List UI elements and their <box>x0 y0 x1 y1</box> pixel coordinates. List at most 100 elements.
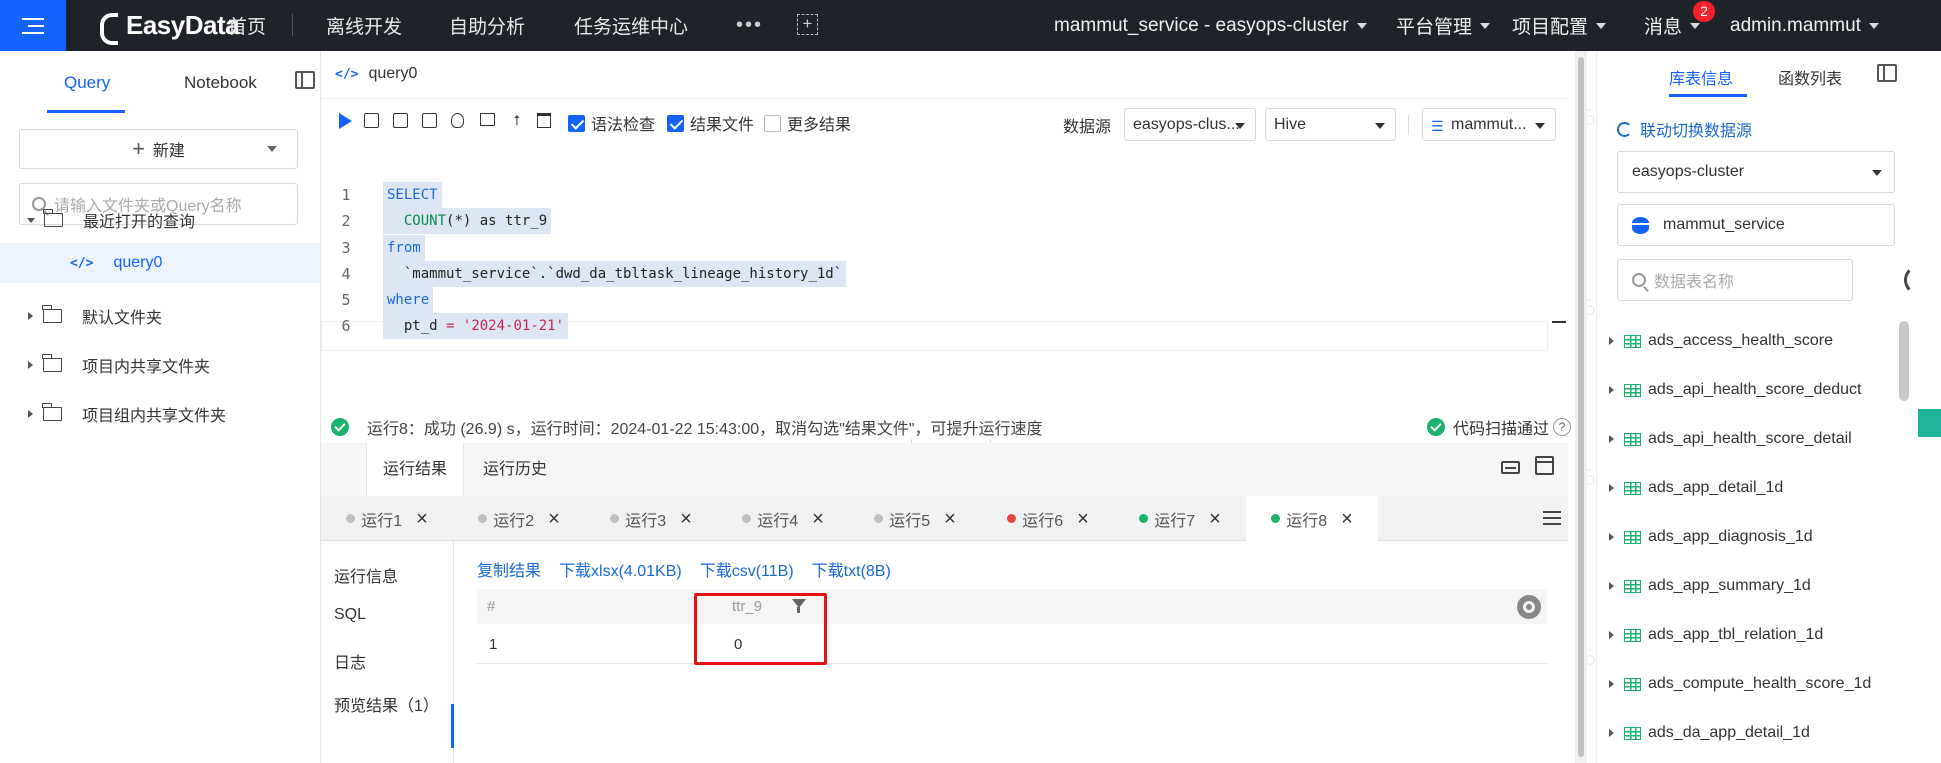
editor-scrollbar[interactable] <box>1575 51 1587 763</box>
menu-preview-results[interactable]: 预览结果（1） <box>334 692 439 716</box>
table-list-item[interactable]: ads_app_diagnosis_1d <box>1609 517 1813 557</box>
table-list-item[interactable]: ads_api_health_score_detail <box>1609 419 1852 459</box>
run-tab[interactable]: 运行8 × <box>1246 496 1378 541</box>
result-side-menu: 运行信息 SQL 日志 预览结果（1） <box>321 541 454 763</box>
sql-code-editor[interactable]: 1 2 3 4 5 6 SELECT COUNT(*) as ttr_9 fro… <box>321 155 1566 415</box>
table-icon <box>1624 579 1641 593</box>
table-list-item[interactable]: ads_app_summary_1d <box>1609 566 1811 606</box>
table-list-item[interactable]: ads_app_tbl_relation_1d <box>1609 615 1823 655</box>
nav-more-icon[interactable]: ••• <box>736 14 763 37</box>
table-list-scrollbar[interactable] <box>1899 321 1909 401</box>
result-actions: 复制结果 下载xlsx(4.01KB) 下载csv(11B) 下载txt(8B) <box>477 557 891 581</box>
nav-ops-center[interactable]: 任务运维中心 <box>574 0 688 51</box>
tree-item-default-folder[interactable]: 默认文件夹 <box>0 296 320 336</box>
run-icon[interactable] <box>339 113 352 129</box>
app-logo[interactable]: EasyData <box>100 9 240 45</box>
help-icon[interactable]: ? <box>1553 418 1572 436</box>
maximize-panel-icon[interactable] <box>1535 456 1554 475</box>
project-switcher[interactable]: mammut_service - easyops-cluster <box>1054 0 1367 51</box>
minimize-panel-icon[interactable] <box>1501 461 1520 474</box>
close-icon[interactable]: × <box>1209 509 1221 529</box>
run-tab[interactable]: 运行5 × <box>849 496 981 541</box>
tab-notebook[interactable]: Notebook <box>184 73 257 93</box>
code-line-2: COUNT(*) as ttr_9 <box>383 208 552 234</box>
add-tab-icon[interactable]: + <box>797 14 818 35</box>
run-tab[interactable]: 运行2 × <box>453 496 585 541</box>
new-button[interactable]: + 新建 <box>19 129 298 169</box>
tree-item-group-shared[interactable]: 项目组内共享文件夹 <box>0 394 320 434</box>
close-icon[interactable]: × <box>812 509 824 529</box>
run-tab[interactable]: 运行6 × <box>982 496 1114 541</box>
tree-item-project-shared[interactable]: 项目内共享文件夹 <box>0 345 320 385</box>
chevron-down-icon <box>1868 22 1879 29</box>
tree-item-recent[interactable]: 最近打开的查询 <box>0 200 320 240</box>
run-selected-icon[interactable] <box>364 113 379 128</box>
table-name: ads_app_detail_1d <box>1648 479 1784 496</box>
collapse-panel-icon[interactable] <box>1877 64 1897 82</box>
engine-select[interactable]: Hive <box>1265 108 1396 141</box>
delete-icon[interactable] <box>537 113 551 128</box>
hamburger-menu-icon[interactable] <box>0 0 66 51</box>
user-menu[interactable]: admin.mammut <box>1730 0 1879 51</box>
tab-function-list[interactable]: 函数列表 <box>1778 65 1842 89</box>
messages-menu[interactable]: 消息 <box>1644 0 1701 51</box>
run-tab[interactable]: 运行4 × <box>717 496 849 541</box>
copy-result-link[interactable]: 复制结果 <box>477 557 541 581</box>
editor-tab-query0[interactable]: </> query0 <box>335 65 417 83</box>
table-search-input[interactable]: 数据表名称 <box>1617 259 1853 301</box>
database-select[interactable]: mammut_service <box>1617 204 1895 246</box>
cluster-select[interactable]: easyops-cluster <box>1617 151 1895 193</box>
collapse-sidebar-icon[interactable] <box>295 71 315 89</box>
save-icon[interactable] <box>393 113 408 128</box>
tree-item-query0[interactable]: </> query0 <box>0 243 320 283</box>
more-menu-icon[interactable] <box>1543 511 1561 525</box>
tab-query[interactable]: Query <box>64 73 110 93</box>
close-icon[interactable]: × <box>1341 509 1353 529</box>
table-list-item[interactable]: ads_api_health_score_deduct <box>1609 370 1862 410</box>
side-tool-tab[interactable] <box>1918 409 1941 437</box>
database-select[interactable]: ☰ mammut... <box>1422 108 1556 141</box>
table-list-item[interactable]: ads_access_health_score <box>1609 321 1833 361</box>
success-icon <box>331 418 349 436</box>
active-menu-indicator <box>451 704 454 748</box>
tab-table-info[interactable]: 库表信息 <box>1669 65 1733 89</box>
platform-menu[interactable]: 平台管理 <box>1396 0 1491 51</box>
close-icon[interactable]: × <box>548 509 560 529</box>
table-list-item[interactable]: ads_da_app_detail_1d <box>1609 713 1810 753</box>
nav-self-analysis[interactable]: 自助分析 <box>449 0 525 51</box>
download-xlsx-link[interactable]: 下载xlsx(4.01KB) <box>559 557 682 581</box>
run-tab[interactable]: 运行3 × <box>585 496 717 541</box>
download-txt-link[interactable]: 下载txt(8B) <box>812 557 891 581</box>
table-list-item[interactable]: ads_app_detail_1d <box>1609 468 1783 508</box>
close-icon[interactable]: × <box>416 509 428 529</box>
result-file-checkbox[interactable]: 结果文件 <box>667 111 754 135</box>
menu-sql[interactable]: SQL <box>334 606 366 624</box>
run-tab[interactable]: 运行1 × <box>321 496 453 541</box>
settings-gear-icon[interactable] <box>1517 595 1541 619</box>
project-config-menu[interactable]: 项目配置 <box>1512 0 1607 51</box>
edit-icon[interactable] <box>422 113 437 128</box>
syntax-check-checkbox[interactable]: 语法检查 <box>568 111 655 135</box>
download-csv-link[interactable]: 下载csv(11B) <box>700 557 794 581</box>
format-icon[interactable] <box>480 113 495 126</box>
close-icon[interactable]: × <box>1077 509 1089 529</box>
nav-offline-dev[interactable]: 离线开发 <box>326 0 402 51</box>
menu-log[interactable]: 日志 <box>334 649 366 673</box>
datasource-select[interactable]: easyops-clus... <box>1124 108 1256 141</box>
sync-datasource-link[interactable]: 联动切换数据源 <box>1617 117 1752 141</box>
menu-run-info[interactable]: 运行信息 <box>334 563 398 587</box>
share-icon[interactable]: ⭡ <box>509 112 525 128</box>
more-results-checkbox[interactable]: 更多结果 <box>764 111 851 135</box>
chevron-down-icon <box>1375 123 1385 129</box>
close-icon[interactable]: × <box>944 509 956 529</box>
folder-icon <box>43 209 63 227</box>
table-list-item[interactable]: ads_compute_health_score_1d <box>1609 664 1871 704</box>
code-icon: </> <box>70 255 94 271</box>
tab-run-history[interactable]: 运行历史 <box>467 443 563 496</box>
run-tab[interactable]: 运行7 × <box>1114 496 1246 541</box>
chevron-down-icon <box>1480 22 1491 29</box>
lightbulb-icon[interactable] <box>451 113 464 128</box>
close-icon[interactable]: × <box>680 509 692 529</box>
nav-home[interactable]: 首页 <box>228 0 266 51</box>
tab-run-results[interactable]: 运行结果 <box>366 443 465 496</box>
